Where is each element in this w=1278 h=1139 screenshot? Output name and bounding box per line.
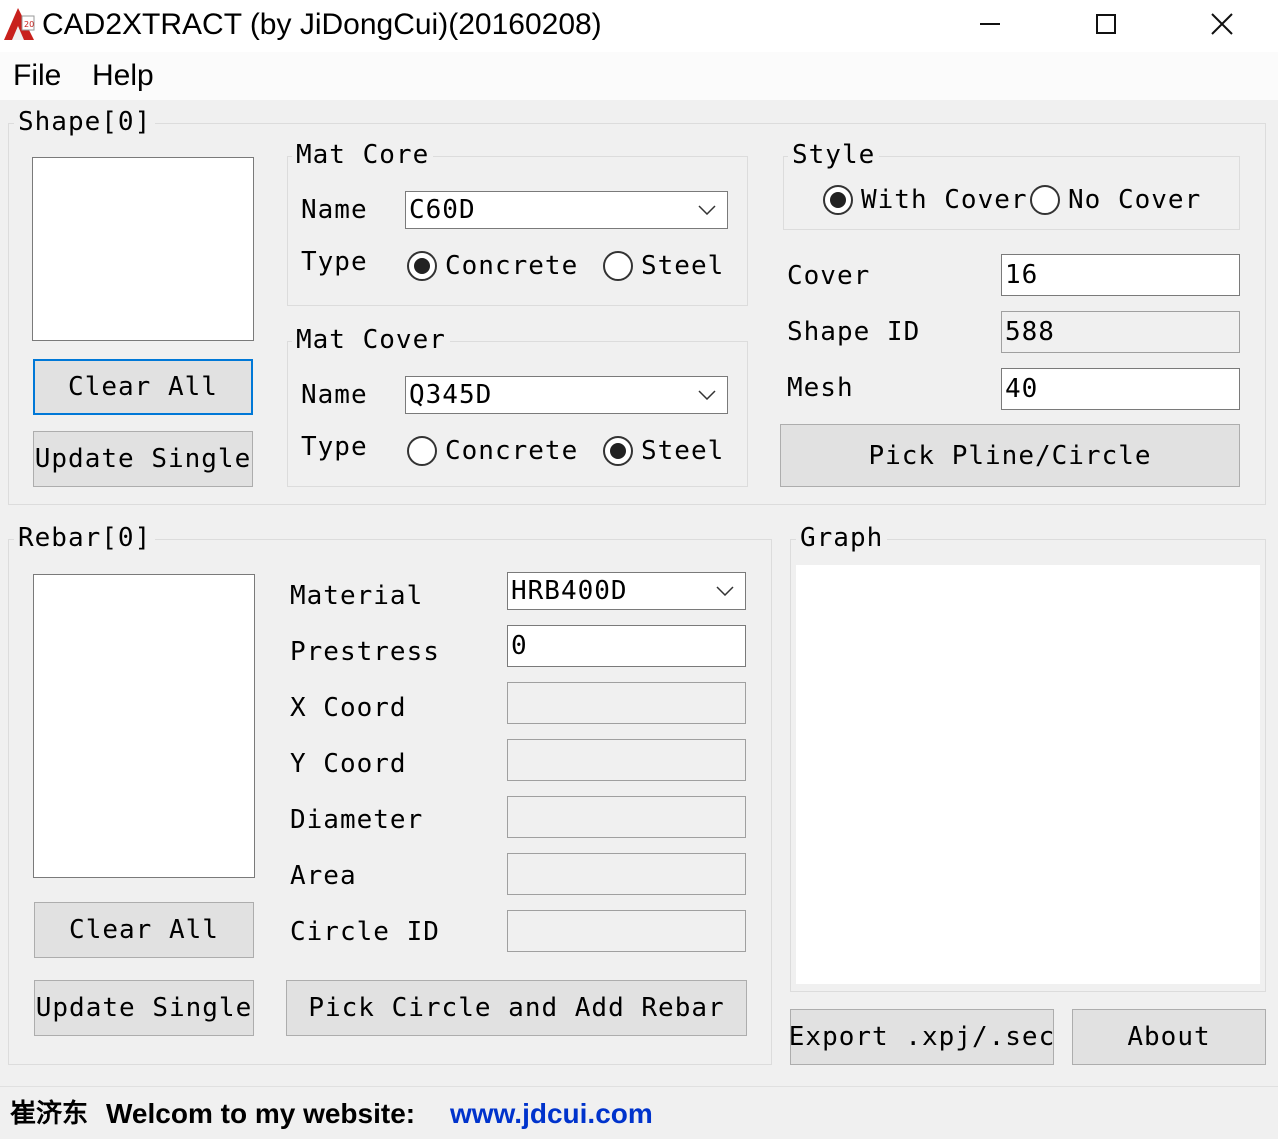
cover-label: Cover xyxy=(787,261,871,291)
mat-cover-steel-label: Steel xyxy=(641,436,725,466)
window-title: CAD2XTRACT (by JiDongCui)(20160208) xyxy=(42,8,602,41)
shape-list[interactable] xyxy=(32,157,254,341)
mesh-label: Mesh xyxy=(787,373,854,403)
mat-core-steel-label: Steel xyxy=(641,251,725,281)
no-cover-radio[interactable] xyxy=(1030,185,1060,215)
radio-selected-dot xyxy=(610,443,626,459)
shape-group-label: Shape[0] xyxy=(14,108,156,136)
mat-core-steel-radio[interactable] xyxy=(603,251,633,281)
status-welcome: Welcom to my website: xyxy=(106,1098,416,1129)
mesh-input[interactable]: 40 xyxy=(1001,368,1240,410)
material-label: Material xyxy=(290,581,424,611)
prestress-input[interactable]: 0 xyxy=(507,625,746,667)
radio-selected-dot xyxy=(414,258,430,274)
minimize-icon xyxy=(980,23,1000,25)
pick-pline-circle-button[interactable]: Pick Pline/Circle xyxy=(780,424,1240,487)
website-link[interactable]: www.jdcui.com xyxy=(450,1097,653,1131)
mat-core-concrete-radio[interactable] xyxy=(407,251,437,281)
maximize-button[interactable] xyxy=(1074,0,1138,48)
graph-label: Graph xyxy=(796,524,888,552)
diameter-field xyxy=(507,796,746,838)
mat-cover-type-label: Type xyxy=(301,432,368,462)
close-icon xyxy=(1211,13,1233,35)
minimize-button[interactable] xyxy=(958,0,1022,48)
rebar-clear-all-button[interactable]: Clear All xyxy=(34,902,254,958)
menu-bar: File Help xyxy=(0,52,1278,100)
y-coord-field xyxy=(507,739,746,781)
chevron-down-icon xyxy=(687,192,727,228)
cover-input[interactable]: 16 xyxy=(1001,254,1240,296)
chevron-down-icon xyxy=(705,573,745,609)
shape-id-label: Shape ID xyxy=(787,317,921,347)
mat-core-group xyxy=(287,156,748,306)
mat-core-type-label: Type xyxy=(301,247,368,277)
x-coord-label: X Coord xyxy=(290,693,407,723)
shape-id-field: 588 xyxy=(1001,311,1240,353)
close-button[interactable] xyxy=(1190,0,1254,48)
rebar-group-label: Rebar[0] xyxy=(14,524,156,552)
mat-core-name-value: C60D xyxy=(409,195,476,225)
shape-update-single-button[interactable]: Update Single xyxy=(33,431,253,487)
chevron-down-icon xyxy=(687,377,727,413)
mat-cover-name-select[interactable]: Q345D xyxy=(405,376,728,414)
mat-core-concrete-label: Concrete xyxy=(445,251,579,281)
shape-clear-all-button[interactable]: Clear All xyxy=(33,359,253,415)
mat-cover-label: Mat Cover xyxy=(292,326,450,354)
status-bar: 崔济东 Welcom to my website: www.jdcui.com xyxy=(0,1086,1278,1139)
mat-cover-steel-radio[interactable] xyxy=(603,436,633,466)
mat-cover-name-value: Q345D xyxy=(409,380,493,410)
area-field xyxy=(507,853,746,895)
mat-cover-name-label: Name xyxy=(301,380,368,410)
circle-id-field xyxy=(507,910,746,952)
style-label: Style xyxy=(788,141,880,169)
pick-circle-add-rebar-button[interactable]: Pick Circle and Add Rebar xyxy=(286,980,747,1036)
prestress-label: Prestress xyxy=(290,637,440,667)
graph-canvas xyxy=(796,565,1260,984)
menu-help[interactable]: Help xyxy=(92,58,154,94)
rebar-update-single-button[interactable]: Update Single xyxy=(34,980,254,1036)
export-button[interactable]: Export .xpj/.sec xyxy=(789,1009,1054,1065)
maximize-icon xyxy=(1096,14,1116,34)
mat-cover-concrete-label: Concrete xyxy=(445,436,579,466)
area-label: Area xyxy=(290,861,357,891)
no-cover-label: No Cover xyxy=(1068,185,1202,215)
menu-file[interactable]: File xyxy=(13,58,61,94)
x-coord-field xyxy=(507,682,746,724)
y-coord-label: Y Coord xyxy=(290,749,407,779)
about-button[interactable]: About xyxy=(1072,1009,1266,1065)
material-select[interactable]: HRB400D xyxy=(507,572,746,610)
status-author: 崔济东 xyxy=(10,1099,89,1129)
diameter-label: Diameter xyxy=(290,805,424,835)
app-logo-icon: 20 xyxy=(2,6,36,42)
svg-text:20: 20 xyxy=(24,20,34,29)
mat-cover-concrete-radio[interactable] xyxy=(407,436,437,466)
radio-selected-dot xyxy=(830,192,846,208)
mat-core-name-select[interactable]: C60D xyxy=(405,191,728,229)
with-cover-radio[interactable] xyxy=(823,185,853,215)
circle-id-label: Circle ID xyxy=(290,917,440,947)
mat-core-name-label: Name xyxy=(301,195,368,225)
title-bar: 20 CAD2XTRACT (by JiDongCui)(20160208) xyxy=(0,0,1278,52)
mat-core-label: Mat Core xyxy=(292,141,434,169)
with-cover-label: With Cover xyxy=(861,185,1028,215)
material-value: HRB400D xyxy=(511,576,628,606)
rebar-list[interactable] xyxy=(33,574,255,878)
